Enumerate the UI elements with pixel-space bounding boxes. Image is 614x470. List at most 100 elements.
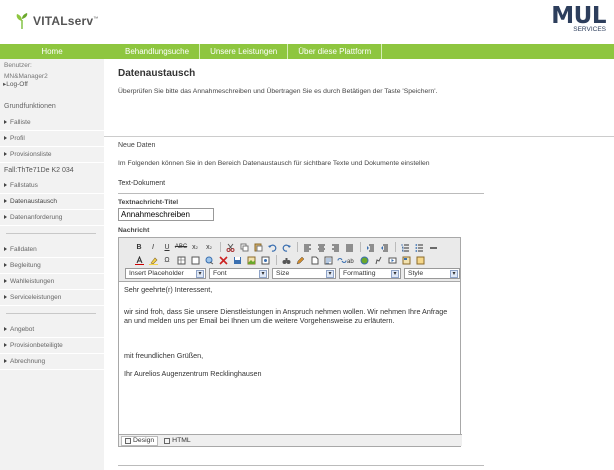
insert-placeholder-dropdown[interactable]: Insert Placeholder ▾	[125, 268, 206, 279]
redo-icon[interactable]	[280, 242, 292, 253]
flash-icon[interactable]	[372, 255, 384, 266]
underline-icon[interactable]: U	[161, 242, 173, 253]
sidebar-item-wahlleistungen[interactable]: Wahlleistungen	[0, 274, 104, 290]
arrow-right-icon	[4, 263, 7, 268]
divider	[104, 136, 614, 137]
save-icon[interactable]	[231, 255, 243, 266]
highlight-icon[interactable]	[147, 255, 159, 266]
pen-icon[interactable]	[294, 255, 306, 266]
toolbar-row: B I U ABC x2 x2	[133, 241, 441, 253]
align-center-icon[interactable]	[315, 242, 327, 253]
strikethrough-icon[interactable]: ABC	[175, 242, 187, 253]
superscript-icon[interactable]: x2	[203, 242, 215, 253]
chevron-down-icon: ▾	[196, 270, 204, 278]
chevron-down-icon: ▾	[326, 270, 334, 278]
logoff-link[interactable]: ▸Log-Off	[0, 81, 104, 89]
cut-icon[interactable]	[224, 242, 236, 253]
sidebar-item-falliste[interactable]: Falliste	[0, 115, 104, 131]
sidebar-item-begleitung[interactable]: Begleitung	[0, 258, 104, 274]
sidebar-divider	[6, 313, 96, 314]
special-char-icon[interactable]: Ω	[161, 255, 173, 266]
font-dropdown[interactable]: Font ▾	[209, 268, 269, 279]
globe-icon[interactable]	[358, 255, 370, 266]
italic-icon[interactable]: I	[147, 242, 159, 253]
vitalserv-logo[interactable]: VITALserv™	[14, 12, 98, 30]
sidebar-item-falldaten[interactable]: Falldaten	[0, 242, 104, 258]
insert-table-icon[interactable]	[175, 255, 187, 266]
find-icon[interactable]	[280, 255, 292, 266]
font-color-icon[interactable]	[133, 255, 145, 266]
design-icon	[125, 437, 131, 444]
image-icon[interactable]	[245, 255, 257, 266]
title-field-label: Textnachricht-Titel	[118, 199, 179, 206]
form-icon[interactable]	[322, 255, 334, 266]
intro-text: Überprüfen Sie bitte das Annahmeschreibe…	[118, 88, 438, 95]
subscript-icon[interactable]: x2	[189, 242, 201, 253]
snippet-icon[interactable]	[414, 255, 426, 266]
arrow-right-icon	[4, 215, 7, 220]
indent-icon[interactable]	[364, 242, 376, 253]
bullet-list-icon[interactable]	[413, 242, 425, 253]
formatting-dropdown[interactable]: Formatting ▾	[339, 268, 401, 279]
sidebar-item-serviceleistungen[interactable]: Serviceleistungen	[0, 290, 104, 306]
media-icon[interactable]	[386, 255, 398, 266]
size-dropdown[interactable]: Size ▾	[272, 268, 336, 279]
link-icon[interactable]: ab	[336, 255, 356, 266]
tab-html[interactable]: HTML	[160, 436, 195, 446]
arrow-right-icon	[4, 327, 7, 332]
align-left-icon[interactable]	[301, 242, 313, 253]
editor-toolbar: B I U ABC x2 x2 Ω ab Insert Placeholder …	[119, 238, 460, 282]
sidebar-item-angebot[interactable]: Angebot	[0, 322, 104, 338]
chevron-down-icon: ▾	[391, 270, 399, 278]
arrow-right-icon	[4, 295, 7, 300]
numbered-list-icon[interactable]	[399, 242, 411, 253]
sidebar: Benutzer: MN&Manager2 ▸Log-Off Grundfunk…	[0, 59, 104, 470]
editor-content-area[interactable]: Sehr geehrte(r) Interessent, wir sind fr…	[119, 282, 460, 390]
svg-text:ab: ab	[347, 259, 354, 265]
sidebar-item-fallstatus[interactable]: Fallstatus	[0, 178, 104, 194]
chevron-down-icon: ▾	[450, 270, 458, 278]
nav-home[interactable]: Home	[0, 44, 104, 59]
message-label: Nachricht	[118, 227, 150, 234]
chevron-down-icon: ▾	[259, 270, 267, 278]
bold-icon[interactable]: B	[133, 242, 145, 253]
sidebar-item-abrechnung[interactable]: Abrechnung	[0, 354, 104, 370]
copy-icon[interactable]	[238, 242, 250, 253]
title-input[interactable]	[118, 208, 214, 221]
clear-format-icon[interactable]	[217, 255, 229, 266]
style-dropdown[interactable]: Style ▾	[404, 268, 460, 279]
top-nav: Home Behandlungsuche Unsere Leistungen Ü…	[0, 44, 614, 59]
nav-unsere-leistungen[interactable]: Unsere Leistungen	[200, 44, 289, 59]
divider	[118, 465, 484, 466]
toolbar-dropdowns: Insert Placeholder ▾ Font ▾ Size ▾ Formatti…	[125, 268, 463, 280]
tab-design[interactable]: Design	[121, 435, 159, 446]
spellcheck-icon[interactable]	[203, 255, 215, 266]
partner-logo-text: MUL	[551, 3, 606, 29]
sidebar-item-profil[interactable]: Profil	[0, 131, 104, 147]
align-right-icon[interactable]	[329, 242, 341, 253]
section-text: Im Folgenden können Sie in den Bereich D…	[118, 160, 430, 167]
leaf-icon	[16, 13, 28, 29]
document-icon[interactable]	[308, 255, 320, 266]
arrow-right-icon	[4, 183, 7, 188]
nav-behandlungsuche[interactable]: Behandlungsuche	[115, 44, 201, 59]
arrow-right-icon	[4, 359, 7, 364]
sidebar-item-provisionsliste[interactable]: Provisionsliste	[0, 147, 104, 163]
insert-box-icon[interactable]	[189, 255, 201, 266]
horizontal-rule-icon[interactable]	[427, 242, 439, 253]
outdent-icon[interactable]	[378, 242, 390, 253]
page-title: Datenaustausch	[118, 68, 196, 79]
nav-ueber-plattform[interactable]: Über diese Plattform	[288, 44, 383, 59]
preview-icon[interactable]	[259, 255, 271, 266]
sidebar-item-provisionbeteiligte[interactable]: Provisionbeteiligte	[0, 338, 104, 354]
template-icon[interactable]	[400, 255, 412, 266]
sidebar-item-datenaustausch[interactable]: Datenaustausch	[0, 194, 104, 210]
align-justify-icon[interactable]	[343, 242, 355, 253]
letter-closing: mit freundlichen Grüßen,	[124, 351, 204, 360]
main-content: Datenaustausch Überprüfen Sie bitte das …	[104, 59, 614, 470]
undo-icon[interactable]	[266, 242, 278, 253]
sidebar-user-label: Benutzer:	[4, 62, 32, 69]
editor-mode-tabs: Design HTML	[119, 434, 462, 446]
paste-icon[interactable]	[252, 242, 264, 253]
sidebar-item-datenanforderung[interactable]: Datenanforderung	[0, 210, 104, 226]
